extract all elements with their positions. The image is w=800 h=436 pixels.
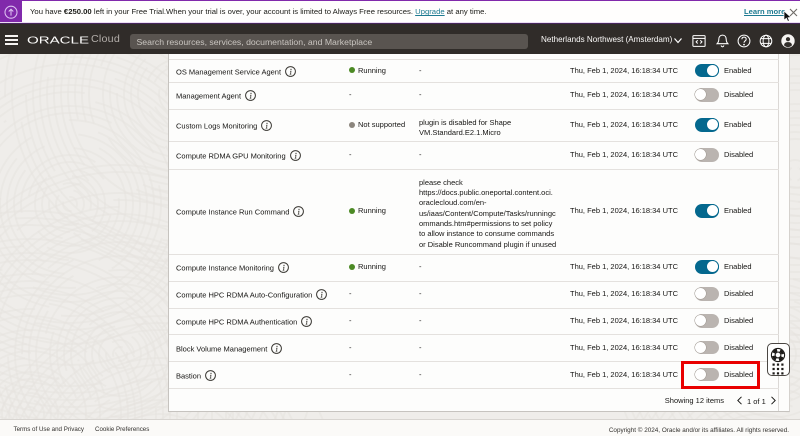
svg-text:ORACLE: ORACLE bbox=[27, 36, 90, 47]
